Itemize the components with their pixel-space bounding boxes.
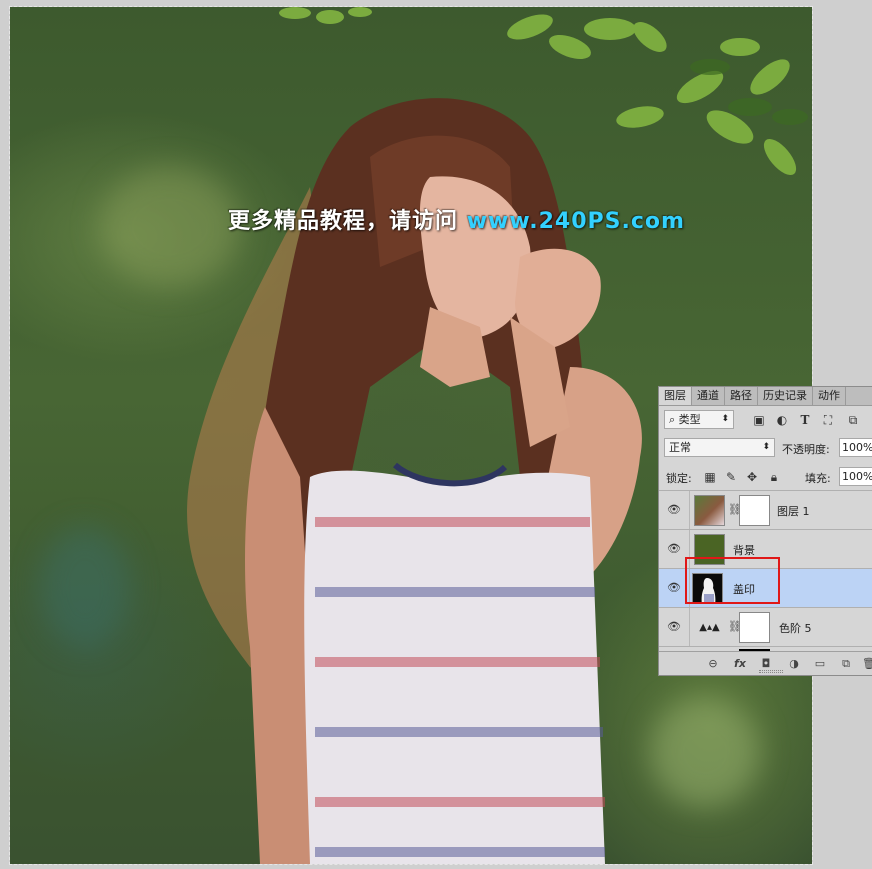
new-layer-icon[interactable]: ⧉ (838, 656, 854, 672)
lock-label: 锁定: (666, 472, 692, 485)
watermark-text: 更多精品教程，请访问 www.240PS.com (228, 203, 685, 235)
panel-footer: ⊖ fx ◘ ◑ ▭ ⧉ 🗑︎ (659, 651, 872, 675)
visibility-eye-icon[interactable]: 👁︎ (665, 542, 683, 556)
layer-row[interactable]: 👁︎ ⛓︎ 图层 1 (659, 490, 872, 530)
lock-position-icon[interactable]: ✥ (745, 470, 759, 484)
tab-paths[interactable]: 路径 (725, 387, 758, 405)
tab-channels[interactable]: 通道 (692, 387, 725, 405)
layer-row[interactable]: 👁︎ ▲▴▲ ⛓︎ 色阶 5 (659, 607, 872, 647)
watermark-cn: 更多精品教程，请访问 (228, 209, 459, 234)
visibility-eye-icon[interactable]: 👁︎ (665, 620, 683, 634)
smart-object-filter-icon[interactable]: ⧉ (846, 413, 860, 427)
lock-row: 锁定: ▦ ✎ ✥ 🔒︎ 填充: 100% (659, 464, 872, 490)
layer-name[interactable]: 色阶 5 (779, 620, 812, 636)
column-divider (689, 530, 690, 569)
layer-row[interactable]: 👁︎ 背景 (659, 529, 872, 569)
lock-pixels-brush-icon[interactable]: ✎ (724, 470, 738, 484)
layer-name[interactable]: 盖印 (733, 581, 755, 597)
levels-histogram-icon: ▲▴▲ (694, 612, 725, 643)
new-adjustment-icon[interactable]: ◑ (786, 656, 802, 672)
column-divider (689, 491, 690, 530)
column-divider (689, 569, 690, 608)
filter-row: ⌕ 类型 ⬍ ▣ ◐ T ⛶ ⧉ (659, 407, 872, 432)
visibility-eye-icon[interactable]: 👁︎ (665, 503, 683, 517)
layer-row-selected[interactable]: 👁︎ 盖印 (659, 568, 872, 608)
layer-thumbnail (694, 534, 725, 565)
opacity-label: 不透明度: (782, 443, 830, 456)
silhouette-icon (701, 578, 716, 603)
fill-label: 填充: (805, 472, 831, 485)
lock-transparent-icon[interactable]: ▦ (703, 470, 717, 484)
opacity-input[interactable]: 100% (839, 438, 872, 457)
shape-filter-icon[interactable]: ⛶ (821, 413, 835, 427)
layer-mask-thumbnail (739, 612, 770, 643)
layers-panel: 图层 通道 路径 历史记录 动作 ⌕ 类型 ⬍ ▣ ◐ T ⛶ ⧉ 正常 ⬍ 不… (658, 386, 872, 676)
tab-history[interactable]: 历史记录 (758, 387, 813, 405)
layer-name[interactable]: 图层 1 (777, 503, 810, 519)
watermark-site: www.240PS.com (466, 209, 685, 234)
link-icon[interactable]: ⊖ (705, 656, 721, 672)
blend-mode-value: 正常 (669, 441, 691, 454)
search-icon: ⌕ (669, 413, 676, 426)
delete-icon[interactable]: 🗑︎ (861, 656, 872, 672)
blend-row: 正常 ⬍ 不透明度: 100% (659, 435, 872, 461)
tab-actions[interactable]: 动作 (813, 387, 846, 405)
new-group-icon[interactable]: ▭ (812, 656, 828, 672)
visibility-eye-icon[interactable]: 👁︎ (665, 581, 683, 595)
column-divider (689, 608, 690, 647)
type-filter-icon[interactable]: T (798, 413, 812, 427)
fill-input[interactable]: 100% (839, 467, 872, 486)
resize-grip[interactable] (759, 670, 783, 673)
updown-arrow-icon: ⬍ (762, 442, 770, 452)
panel-tabs: 图层 通道 路径 历史记录 动作 (659, 387, 872, 406)
layer-mask-thumbnail (739, 495, 770, 526)
layer-thumbnail (692, 573, 723, 604)
lock-all-icon[interactable]: 🔒︎ (767, 470, 781, 484)
filter-kind-select[interactable]: ⌕ 类型 ⬍ (664, 410, 734, 429)
blend-mode-select[interactable]: 正常 ⬍ (664, 438, 775, 457)
fx-icon[interactable]: fx (732, 656, 748, 672)
adjustment-filter-icon[interactable]: ◐ (775, 413, 789, 427)
layer-name[interactable]: 背景 (733, 542, 755, 558)
image-filter-icon[interactable]: ▣ (752, 413, 766, 427)
tab-layers[interactable]: 图层 (659, 387, 692, 405)
updown-arrow-icon: ⬍ (721, 414, 729, 424)
filter-kind-label: 类型 (678, 413, 701, 426)
layer-thumbnail (694, 495, 725, 526)
